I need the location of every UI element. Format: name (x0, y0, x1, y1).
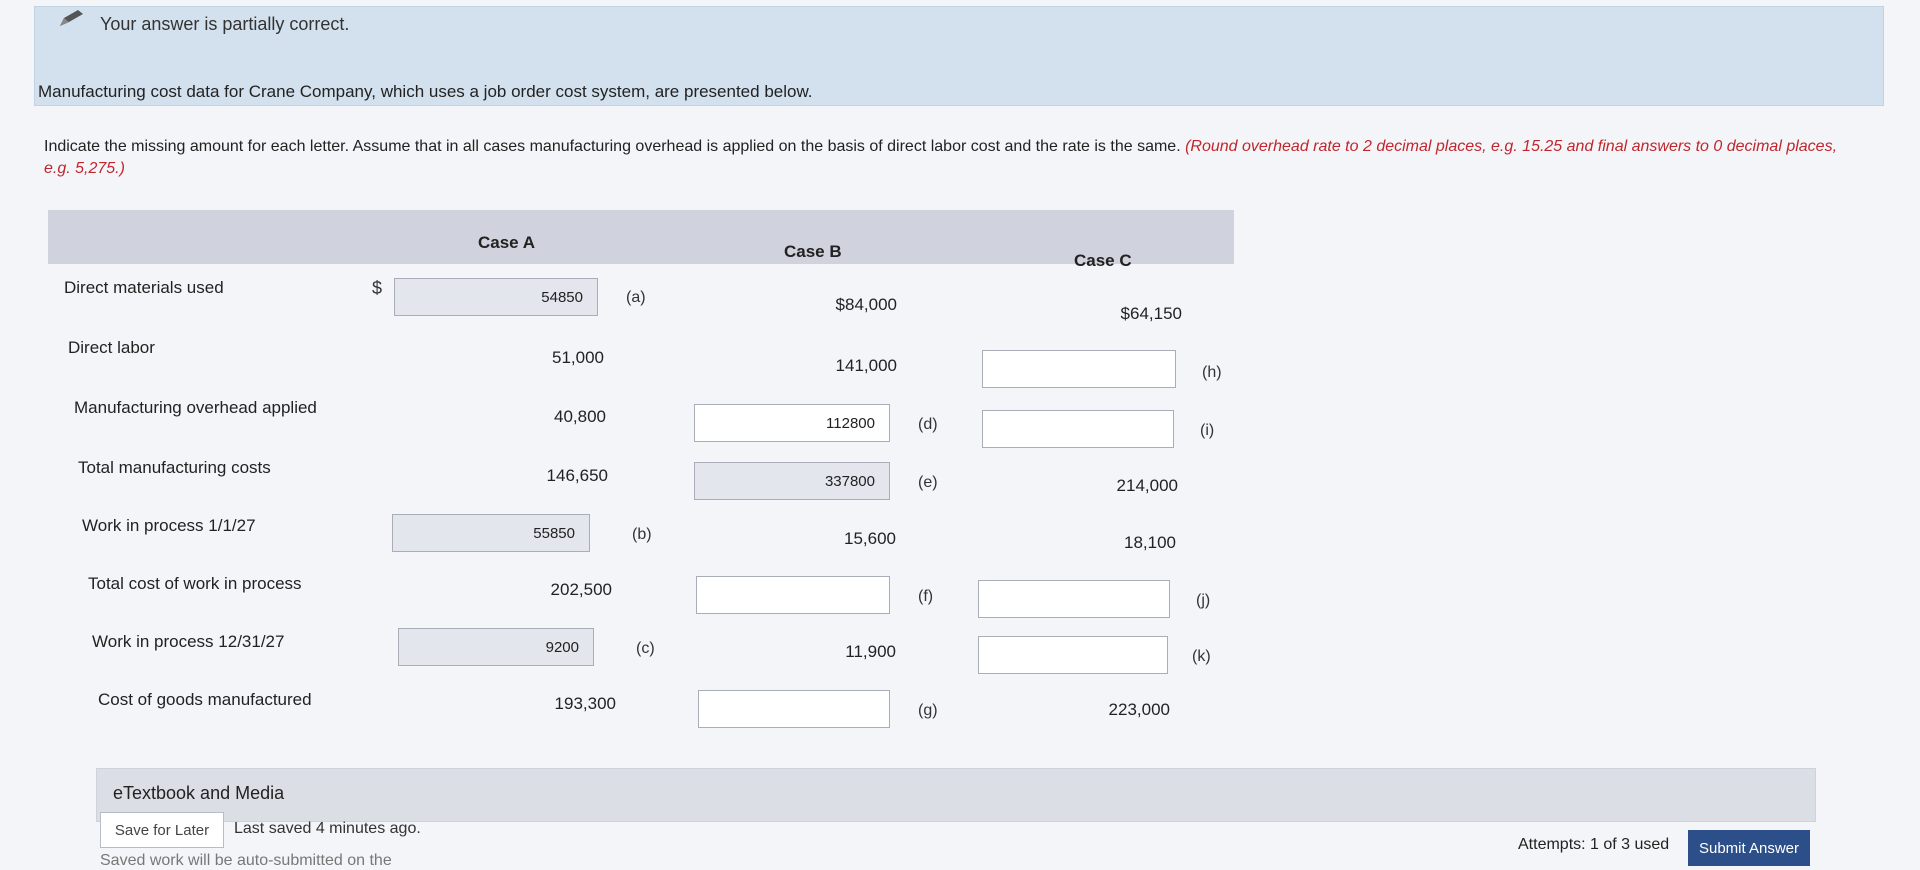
letter-e: (e) (918, 474, 938, 491)
column-header-case-b: Case B (784, 242, 842, 261)
value-cogm-case-c: 223,000 (1108, 700, 1170, 719)
value-wip-ending-case-b: 11,900 (845, 642, 896, 661)
row-label-wip-ending: Work in process 12/31/27 (92, 632, 285, 651)
value-cogm-case-a: 193,300 (554, 694, 616, 713)
letter-k: (k) (1192, 648, 1211, 665)
letter-a: (a) (626, 289, 646, 306)
instructions-text: Indicate the missing amount for each let… (44, 138, 1186, 155)
problem-intro: Manufacturing cost data for Crane Compan… (38, 82, 813, 101)
value-total-cost-wip-case-a: 202,500 (550, 580, 612, 599)
input-direct-labor-case-c[interactable] (982, 350, 1176, 388)
value-wip-beginning-case-c: 18,100 (1124, 533, 1176, 552)
input-overhead-case-b[interactable] (694, 404, 890, 442)
input-direct-materials-case-a[interactable] (394, 278, 598, 316)
value-direct-materials-case-c: $64,150 (1120, 304, 1182, 323)
input-wip-ending-case-a[interactable] (398, 628, 594, 666)
input-total-mfg-case-b[interactable] (694, 462, 890, 500)
letter-d: (d) (918, 416, 938, 433)
input-overhead-case-c[interactable] (982, 410, 1174, 448)
letter-i: (i) (1200, 422, 1215, 439)
letter-j: (j) (1196, 592, 1211, 609)
currency-symbol: $ (372, 278, 383, 298)
letter-g: (g) (918, 702, 938, 719)
table-header (48, 210, 1234, 264)
pencil-icon (60, 10, 83, 26)
value-direct-materials-case-b: $84,000 (835, 295, 897, 314)
letter-h: (h) (1202, 364, 1222, 381)
input-wip-ending-case-c[interactable] (978, 636, 1168, 674)
row-label-total-manufacturing-costs: Total manufacturing costs (78, 458, 271, 477)
etextbook-bar[interactable]: eTextbook and Media (96, 768, 1816, 822)
input-total-cost-wip-case-c[interactable] (978, 580, 1170, 618)
column-header-case-a: Case A (478, 233, 536, 252)
value-overhead-case-a: 40,800 (554, 407, 606, 426)
value-direct-labor-case-b: 141,000 (835, 356, 897, 375)
input-cogm-case-b[interactable] (698, 690, 890, 728)
attempts-counter: Attempts: 1 of 3 used (1518, 836, 1670, 853)
value-total-mfg-case-c: 214,000 (1116, 476, 1178, 495)
save-for-later-button[interactable]: Save for Later (100, 812, 224, 848)
etextbook-label: eTextbook and Media (113, 783, 285, 803)
row-label-overhead-applied: Manufacturing overhead applied (74, 398, 317, 417)
last-saved-text: Last saved 4 minutes ago. (234, 820, 421, 837)
input-wip-beginning-case-a[interactable] (392, 514, 590, 552)
row-label-cogm: Cost of goods manufactured (98, 690, 312, 709)
letter-b: (b) (632, 526, 652, 543)
feedback-text: Your answer is partially correct. (100, 14, 350, 34)
column-header-case-c: Case C (1074, 251, 1132, 270)
value-total-mfg-case-a: 146,650 (546, 466, 608, 485)
input-total-cost-wip-case-b[interactable] (696, 576, 890, 614)
row-label-wip-beginning: Work in process 1/1/27 (82, 516, 256, 535)
row-label-direct-labor: Direct labor (68, 338, 155, 357)
instructions: Indicate the missing amount for each let… (44, 136, 1864, 180)
value-direct-labor-case-a: 51,000 (552, 348, 604, 367)
row-label-total-cost-wip: Total cost of work in process (88, 574, 302, 593)
value-wip-beginning-case-b: 15,600 (844, 529, 896, 548)
row-label-direct-materials: Direct materials used (64, 278, 224, 297)
letter-f: (f) (918, 588, 934, 605)
auto-submit-note: Saved work will be auto-submitted on the (100, 852, 392, 869)
letter-c: (c) (636, 640, 655, 657)
